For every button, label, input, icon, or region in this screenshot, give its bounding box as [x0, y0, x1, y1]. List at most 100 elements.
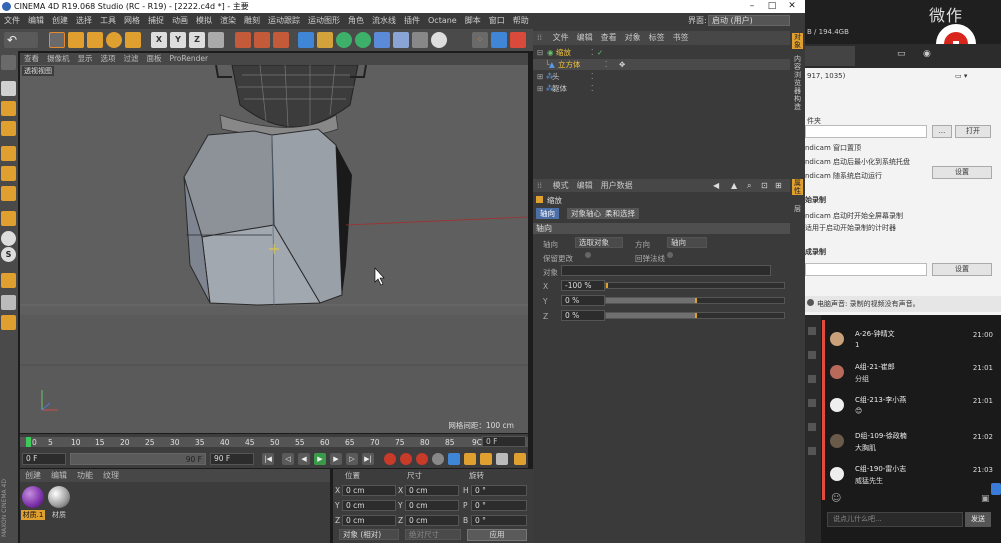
frame-range-slider[interactable]: 90 F: [70, 453, 206, 465]
side-icon[interactable]: [808, 447, 816, 455]
next-key-icon[interactable]: ▷: [346, 453, 358, 465]
material-menu-create[interactable]: 创建: [20, 469, 46, 482]
z-slider[interactable]: [605, 312, 785, 319]
menu-motion-tracking[interactable]: 运动跟踪: [264, 13, 304, 29]
browse-button[interactable]: ...: [932, 125, 952, 138]
coordinate-system-icon[interactable]: [208, 32, 224, 48]
side-icon[interactable]: [808, 351, 816, 359]
rot-p-field[interactable]: 0 °: [471, 500, 527, 511]
size-y-field[interactable]: 0 cm: [405, 500, 459, 511]
axis-dropdown[interactable]: 选取对象: [575, 237, 623, 248]
pos-y-field[interactable]: 0 cm: [342, 500, 396, 511]
side-icon[interactable]: [808, 399, 816, 407]
menu-pipeline[interactable]: 流水线: [368, 13, 400, 29]
size-mode-dropdown[interactable]: 绝对尺寸: [405, 529, 461, 540]
planar-workplane-icon[interactable]: [1, 295, 16, 310]
camera-icon[interactable]: [412, 32, 428, 48]
timeline-ruler[interactable]: 0 5 10 15 20 25 30 35 40 45 50 55 60 65 …: [20, 436, 528, 447]
tweak-mode-icon[interactable]: [1, 231, 16, 246]
screenshot-icon[interactable]: ◉: [923, 49, 931, 59]
share-icon[interactable]: [991, 483, 1001, 495]
coordinate-mode-dropdown[interactable]: 对象 (相对): [339, 529, 399, 540]
viewport-menu-filter[interactable]: 过滤: [120, 53, 143, 65]
option-fullscreen-record[interactable]: ndicam 启动时开始全屏幕录制: [805, 211, 903, 221]
texture-mode-icon[interactable]: [1, 101, 16, 116]
material-menu-texture[interactable]: 纹理: [98, 469, 124, 482]
tab-attributes[interactable]: 属性: [792, 179, 803, 195]
end-frame-field[interactable]: 90 F: [210, 453, 254, 465]
octane-settings-icon[interactable]: [510, 32, 526, 48]
pos-z-field[interactable]: 0 cm: [342, 515, 396, 526]
home-tab[interactable]: [805, 46, 855, 66]
folder-icon[interactable]: ▭: [897, 49, 906, 59]
keyframe-selection-icon[interactable]: [416, 453, 428, 465]
menu-file[interactable]: 文件: [0, 13, 24, 29]
menu-animate[interactable]: 动画: [168, 13, 192, 29]
size-x-field[interactable]: 0 cm: [405, 485, 459, 496]
menu-octane[interactable]: Octane: [424, 13, 461, 29]
visibility-icon[interactable]: ⁚: [605, 59, 607, 70]
startup-settings-button[interactable]: 设置: [932, 166, 992, 179]
enabled-check-icon[interactable]: ✓: [597, 47, 603, 58]
open-button[interactable]: 打开: [955, 125, 991, 138]
prev-frame-icon[interactable]: ◀: [298, 453, 310, 465]
model-mode-icon[interactable]: [1, 81, 16, 96]
x-axis-icon[interactable]: X: [151, 32, 167, 48]
chat-input[interactable]: 说点儿什么吧...: [827, 512, 963, 527]
perspective-viewport[interactable]: 透视视图 网格间距：100 cm: [20, 65, 528, 433]
image-icon[interactable]: ▣: [981, 494, 990, 504]
side-icon[interactable]: [808, 423, 816, 431]
visibility-icon[interactable]: ⁚: [591, 47, 593, 58]
viewport-menu-view[interactable]: 查看: [20, 53, 43, 65]
tree-toggle-icon[interactable]: ⊟: [537, 47, 543, 58]
object-menu-file[interactable]: 文件: [549, 31, 573, 45]
render-picture-viewer-icon[interactable]: [254, 32, 270, 48]
play-icon[interactable]: ▶: [314, 453, 326, 465]
workplane-icon[interactable]: [1, 121, 16, 136]
option-always-on-top[interactable]: ndicam 窗口置顶: [805, 143, 861, 153]
goto-end-icon[interactable]: ▶|: [362, 453, 374, 465]
option-minimize-tray[interactable]: ndicam 启动后最小化到系统托盘: [805, 157, 910, 167]
scale-key-icon[interactable]: [464, 453, 476, 465]
back-arrow-icon[interactable]: ◀: [709, 179, 723, 192]
snap-mode-icon[interactable]: S: [1, 247, 16, 262]
new-window-icon[interactable]: ⊞: [771, 179, 786, 192]
tree-toggle-icon[interactable]: ⊞: [537, 71, 543, 82]
solo-icon[interactable]: [1, 315, 16, 330]
subdivision-icon[interactable]: [336, 32, 352, 48]
send-button[interactable]: 发送: [965, 512, 991, 527]
menu-create[interactable]: 创建: [48, 13, 72, 29]
prev-key-icon[interactable]: ◁: [282, 453, 294, 465]
floor-icon[interactable]: [393, 32, 409, 48]
menu-render[interactable]: 渲染: [216, 13, 240, 29]
viewport-menu-cameras[interactable]: 摄像机: [43, 53, 74, 65]
z-value-field[interactable]: 0 %: [561, 310, 605, 321]
viewport-menu-prorender[interactable]: ProRender: [166, 53, 213, 65]
x-value-field[interactable]: -100 %: [561, 280, 605, 291]
object-menu-tags[interactable]: 标签: [645, 31, 669, 45]
z-axis-icon[interactable]: Z: [189, 32, 205, 48]
tab-layers[interactable]: 层: [792, 205, 803, 213]
edges-mode-icon[interactable]: [1, 166, 16, 181]
avatar[interactable]: [830, 332, 844, 346]
maximize-button[interactable]: □: [762, 0, 782, 13]
x-slider[interactable]: [605, 282, 785, 289]
attribute-menu-edit[interactable]: 编辑: [573, 179, 597, 192]
minimize-button[interactable]: –: [742, 0, 762, 13]
points-mode-icon[interactable]: [1, 146, 16, 161]
object-row[interactable]: ⊞ ⁂ 头 ⁚: [533, 71, 790, 82]
tab-structure[interactable]: 构造: [792, 95, 803, 111]
y-axis-icon[interactable]: Y: [170, 32, 186, 48]
param-key-icon[interactable]: [496, 453, 508, 465]
make-editable-icon[interactable]: [1, 55, 16, 70]
phong-tag-icon[interactable]: ✥: [619, 59, 625, 70]
window-menu-icon[interactable]: ▭ ▾: [955, 72, 967, 80]
tab-object-axis[interactable]: 对象轴心: [567, 208, 605, 219]
tab-objects[interactable]: 对象: [792, 33, 803, 49]
pos-x-field[interactable]: 0 cm: [342, 485, 396, 496]
avatar[interactable]: [830, 365, 844, 379]
avatar[interactable]: [830, 434, 844, 448]
timeline-window-icon[interactable]: [514, 453, 526, 465]
menu-simulate[interactable]: 模拟: [192, 13, 216, 29]
avatar[interactable]: [830, 467, 844, 481]
